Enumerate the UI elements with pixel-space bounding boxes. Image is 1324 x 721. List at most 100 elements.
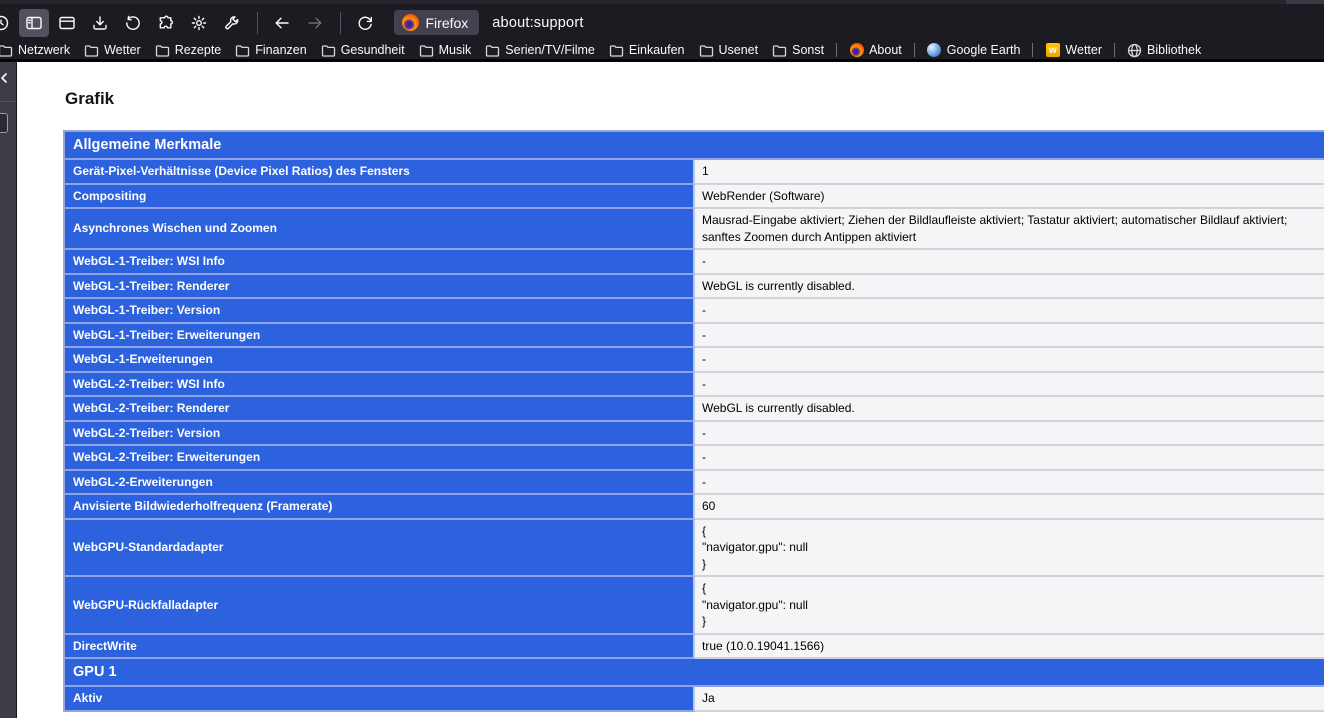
search-engine-badge[interactable]: Firefox <box>394 10 480 35</box>
bookmark-item[interactable]: Usenet <box>692 41 766 60</box>
row-label: Aktiv <box>65 687 695 712</box>
row-label: WebGL-1-Erweiterungen <box>65 348 695 373</box>
sidebar-toggle-icon <box>25 14 43 32</box>
url-text[interactable]: about:support <box>492 15 583 31</box>
table-row: WebGPU-Standardadapter{ "navigator.gpu":… <box>65 520 1324 578</box>
row-value: - <box>695 373 1324 398</box>
row-label: WebGL-2-Erweiterungen <box>65 471 695 496</box>
table-row: WebGL-2-Treiber: Erweiterungen- <box>65 446 1324 471</box>
table-row: CompositingWebRender (Software) <box>65 185 1324 210</box>
row-value: WebGL is currently disabled. <box>695 275 1324 300</box>
row-label: WebGPU-Rückfalladapter <box>65 577 695 635</box>
sidebar-panel-icon[interactable] <box>0 113 8 133</box>
url-bar[interactable]: Firefox about:support <box>394 10 584 35</box>
reload-icon <box>356 14 374 32</box>
row-value: - <box>695 250 1324 275</box>
folder-icon <box>772 43 787 58</box>
table-row: WebGL-2-Treiber: Version- <box>65 422 1324 447</box>
row-label: WebGL-1-Treiber: Renderer <box>65 275 695 300</box>
globe-icon <box>1127 43 1142 58</box>
sidebar-collapse-chevron-icon[interactable] <box>0 71 11 90</box>
table-row: WebGL-2-Treiber: WSI Info- <box>65 373 1324 398</box>
row-label: WebGL-1-Treiber: Version <box>65 299 695 324</box>
table-row: WebGL-1-Treiber: Erweiterungen- <box>65 324 1324 349</box>
row-label: WebGPU-Standardadapter <box>65 520 695 578</box>
folder-icon <box>155 43 170 58</box>
settings-icon <box>190 14 208 32</box>
bookmark-item[interactable]: Einkaufen <box>602 41 692 60</box>
table-row: DirectWritetrue (10.0.19041.1566) <box>65 635 1324 660</box>
sidebar-toggle-button[interactable] <box>19 9 49 37</box>
forward-button[interactable] <box>300 9 330 37</box>
bookmark-label: Serien/TV/Filme <box>505 43 595 57</box>
folder-icon <box>609 43 624 58</box>
bookmark-label: About <box>869 43 902 57</box>
section-header: Allgemeine Merkmale <box>65 132 1324 160</box>
bookmarks-separator <box>1032 43 1033 57</box>
navigation-toolbar: Firefox about:support <box>0 4 1324 41</box>
settings-button[interactable] <box>184 9 214 37</box>
table-row: WebGL-1-Erweiterungen- <box>65 348 1324 373</box>
extensions-button[interactable] <box>151 9 181 37</box>
firefox-logo-icon <box>402 14 419 31</box>
bookmark-label: Einkaufen <box>629 43 685 57</box>
reload-button[interactable] <box>350 9 380 37</box>
back-button[interactable] <box>267 9 297 37</box>
table-row: WebGL-2-Erweiterungen- <box>65 471 1324 496</box>
bookmark-label: Sonst <box>792 43 824 57</box>
support-table: Allgemeine MerkmaleGerät-Pixel-Verhältni… <box>63 130 1324 712</box>
bookmark-item[interactable]: Gesundheit <box>314 41 412 60</box>
bookmark-item[interactable]: Bibliothek <box>1120 41 1208 60</box>
folder-icon <box>321 43 336 58</box>
row-value: - <box>695 324 1324 349</box>
table-row: Asynchrones Wischen und ZoomenMausrad-Ei… <box>65 209 1324 250</box>
bookmarks-separator <box>1114 43 1115 57</box>
extensions-icon <box>157 14 175 32</box>
download-icon <box>91 14 109 32</box>
row-value: 1 <box>695 160 1324 185</box>
window-titlebar <box>0 0 1324 4</box>
bookmark-item[interactable]: wWetter <box>1038 41 1109 60</box>
bookmark-item[interactable]: Serien/TV/Filme <box>478 41 602 60</box>
row-label: WebGL-1-Treiber: WSI Info <box>65 250 695 275</box>
table-row: Anvisierte Bildwiederholfrequenz (Framer… <box>65 495 1324 520</box>
earth-favicon <box>927 43 942 58</box>
table-row: WebGL-1-Treiber: WSI Info- <box>65 250 1324 275</box>
profile-button[interactable] <box>0 9 16 37</box>
section-header-row: Allgemeine Merkmale <box>65 132 1324 160</box>
forward-icon <box>305 14 325 32</box>
bookmark-label: Bibliothek <box>1147 43 1201 57</box>
section-header-row: GPU 1 <box>65 659 1324 687</box>
bookmark-item[interactable]: Sonst <box>765 41 831 60</box>
table-row: WebGL-2-Treiber: RendererWebGL is curren… <box>65 397 1324 422</box>
history-button[interactable] <box>118 9 148 37</box>
bookmark-item[interactable]: Wetter <box>77 41 148 60</box>
row-label: Asynchrones Wischen und Zoomen <box>65 209 695 250</box>
bookmark-item[interactable]: Google Earth <box>920 41 1028 60</box>
bookmark-label: Wetter <box>1065 43 1102 57</box>
window-button[interactable] <box>52 9 82 37</box>
wrench-button[interactable] <box>217 9 247 37</box>
collapsed-sidebar <box>0 62 17 718</box>
bookmark-item[interactable]: Netzwerk <box>0 41 77 60</box>
bookmark-item[interactable]: Musik <box>412 41 479 60</box>
row-value: 60 <box>695 495 1324 520</box>
profile-icon <box>0 14 10 32</box>
bookmarks-separator <box>836 43 837 57</box>
sidebar-divider <box>0 101 16 102</box>
row-value: - <box>695 348 1324 373</box>
toolbar-separator <box>340 12 341 34</box>
bookmark-item[interactable]: Finanzen <box>228 41 313 60</box>
table-row: AktivJa <box>65 687 1324 712</box>
row-label: WebGL-2-Treiber: Renderer <box>65 397 695 422</box>
bookmark-item[interactable]: About <box>842 41 909 60</box>
bookmark-item[interactable]: Rezepte <box>148 41 229 60</box>
window-icon <box>58 14 76 32</box>
download-button[interactable] <box>85 9 115 37</box>
bookmark-label: Netzwerk <box>18 43 70 57</box>
row-value: Mausrad-Eingabe aktiviert; Ziehen der Bi… <box>695 209 1324 250</box>
row-label: WebGL-2-Treiber: Erweiterungen <box>65 446 695 471</box>
row-value: - <box>695 299 1324 324</box>
row-value: { "navigator.gpu": null } <box>695 520 1324 578</box>
firefox-favicon <box>849 43 864 58</box>
